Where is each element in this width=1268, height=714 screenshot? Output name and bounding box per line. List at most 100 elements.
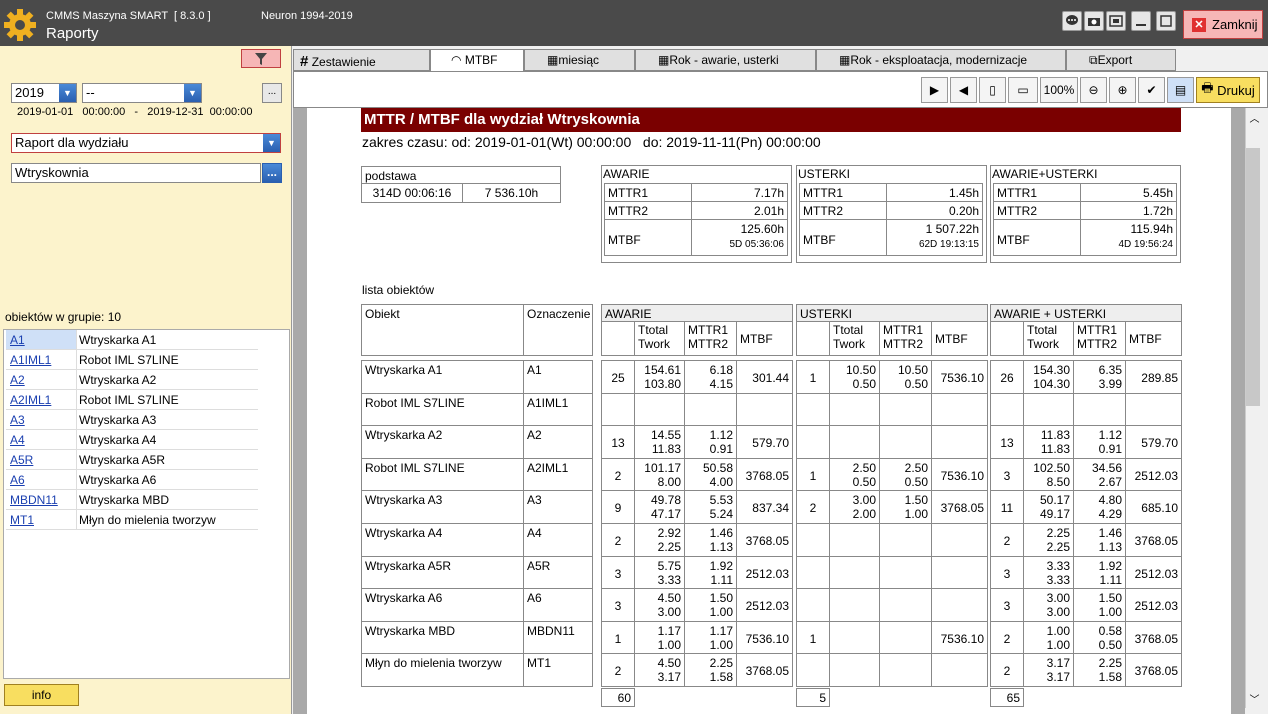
maximize-icon[interactable] (1156, 11, 1176, 31)
row-mtbf: 301.44 (736, 360, 793, 394)
summary-label: MTTR1 (799, 183, 887, 202)
info-button[interactable]: info (4, 684, 79, 706)
row-count: 2 (601, 653, 635, 687)
summary-value-duration: 4D 19:56:24 (1118, 239, 1174, 250)
row-mttr: 1.92 1.11 (684, 555, 737, 590)
object-code-link[interactable]: MT1 (10, 513, 34, 527)
chevron-down-icon[interactable]: ﹀ (1246, 691, 1263, 706)
header-ttotal: Ttotal Twork (634, 321, 685, 356)
summary-value: 1.72h (1080, 201, 1177, 220)
row-count: 2 (601, 523, 635, 557)
minimize-icon[interactable] (1131, 11, 1151, 31)
tab-miesiac[interactable]: ▦miesiąc (524, 49, 635, 71)
list-item[interactable]: A1 Wtryskarka A1 (6, 330, 258, 350)
row-mttr (879, 555, 932, 590)
list-item[interactable]: A3 Wtryskarka A3 (6, 410, 258, 430)
row-mttr2: 5.24 (709, 507, 733, 522)
report-type-select[interactable]: Raport dla wydziału ▼ (11, 133, 281, 153)
zoom-in-icon[interactable]: ⊕ (1109, 77, 1136, 103)
object-code-link[interactable]: A3 (10, 413, 25, 427)
row-twork: 3.00 (657, 605, 681, 620)
mttr2-label: MTTR2 (1077, 337, 1117, 351)
chevron-up-icon[interactable]: ︿ (1246, 110, 1263, 125)
zoom-out-icon[interactable]: ⊖ (1080, 77, 1107, 103)
list-item[interactable]: A2 Wtryskarka A2 (6, 370, 258, 390)
row-mttr2: 4.29 (1098, 507, 1122, 522)
tab-rok-eksploatacja[interactable]: ▦Rok - eksploatacja, modernizacje (816, 49, 1066, 71)
prev-page-icon[interactable]: ◀ (950, 77, 977, 103)
row-mtbf: 7536.10 (931, 360, 988, 394)
list-item[interactable]: MBDN11 Wtryskarka MBD (6, 490, 258, 510)
page-icon[interactable]: ▯ (979, 77, 1006, 103)
header-mttr: MTTR1 MTTR2 (684, 321, 737, 356)
row-mttr: 1.46 1.13 (1073, 523, 1126, 557)
row-ttotal: 154.30 (1033, 363, 1070, 377)
year-select[interactable]: 2019 ▼ (11, 83, 77, 103)
list-item[interactable]: MT1 Młyn do mielenia tworzyw (6, 510, 258, 530)
department-field[interactable]: Wtryskownia (11, 163, 261, 183)
header-obiekt: Obiekt (361, 304, 524, 356)
department-picker-button[interactable]: ... (262, 163, 282, 183)
check-icon[interactable]: ✔ (1138, 77, 1165, 103)
tab-zestawienie[interactable]: # Zestawienie (293, 49, 430, 71)
row-mttr2: 1.00 (904, 507, 928, 522)
object-code-link[interactable]: A5R (10, 453, 33, 467)
fit-page-icon[interactable]: ▭ (1008, 77, 1038, 103)
scrollbar-thumb[interactable] (1246, 148, 1260, 406)
tab-rok-awarie[interactable]: ▦Rok - awarie, usterki (635, 49, 816, 71)
print-preview-icon[interactable]: ▤ (1167, 77, 1194, 103)
list-item[interactable]: A5R Wtryskarka A5R (6, 450, 258, 470)
header-ttotal: Ttotal Twork (1023, 321, 1074, 356)
object-code-link[interactable]: A1IML1 (10, 353, 51, 367)
next-page-icon[interactable]: ▶ (921, 77, 948, 103)
twork-label: Twork (833, 337, 866, 351)
close-button[interactable]: ✕ Zamknij (1183, 10, 1263, 39)
list-item[interactable]: A1IML1 Robot IML S7LINE (6, 350, 258, 370)
row-count: 1 (796, 620, 830, 655)
row-count: 1 (796, 360, 830, 394)
print-button[interactable]: 🖶 Drukuj (1196, 77, 1260, 103)
list-item[interactable]: A4 Wtryskarka A4 (6, 430, 258, 450)
object-code-link[interactable]: A4 (10, 433, 25, 447)
row-twork: 8.50 (1046, 474, 1070, 489)
row-ttotal: 5.75 (657, 558, 681, 573)
summary-value-main: 5.45h (1142, 186, 1173, 200)
row-mttr1: 1.50 (904, 493, 928, 508)
row-times (829, 555, 880, 590)
row-mttr1: 1.92 (709, 558, 733, 573)
zoom-level[interactable]: 100% (1040, 77, 1078, 103)
date-range-button[interactable]: ... (262, 83, 282, 103)
row-ttotal: 3.00 (852, 493, 876, 508)
tab-mtbf[interactable]: ◠ MTBF (430, 49, 524, 71)
row-mttr (1073, 392, 1126, 427)
object-code-link[interactable]: A1 (10, 333, 25, 347)
object-code-link[interactable]: A2 (10, 373, 25, 387)
row-times: 4.50 3.17 (634, 653, 685, 687)
summary-value-duration: 62D 19:13:15 (918, 239, 979, 250)
row-ttotal: 102.50 (1033, 460, 1070, 475)
list-item[interactable]: A2IML1 Robot IML S7LINE (6, 390, 258, 410)
ttotal-label: Ttotal (1027, 323, 1058, 337)
tab-export[interactable]: ⧉Export (1066, 49, 1176, 71)
object-code-link[interactable]: A6 (10, 473, 25, 487)
month-select[interactable]: -- ▼ (82, 83, 202, 103)
row-mtbf: 3768.05 (736, 523, 793, 557)
row-mttr2: 1.11 (1099, 572, 1122, 587)
filter-button[interactable] (241, 49, 281, 68)
row-mtbf (931, 653, 988, 687)
row-mttr1: 10.50 (897, 363, 928, 377)
screen-icon[interactable] (1106, 11, 1126, 31)
object-name: Robot IML S7LINE (79, 393, 179, 407)
camera-icon[interactable] (1084, 11, 1104, 31)
podstawa-hours: 7 536.10h (462, 183, 561, 203)
object-code-link[interactable]: A2IML1 (10, 393, 51, 407)
row-count: 2 (990, 620, 1024, 655)
row-mttr: 1.50 1.00 (879, 490, 932, 524)
list-item[interactable]: A6 Wtryskarka A6 (6, 470, 258, 490)
row-twork: 47.17 (650, 507, 681, 522)
row-ttotal: 101.17 (644, 460, 681, 475)
row-count (796, 653, 830, 687)
chat-icon[interactable] (1062, 11, 1082, 31)
object-code-link[interactable]: MBDN11 (10, 493, 58, 507)
row-ttotal: 2.92 (657, 526, 681, 540)
